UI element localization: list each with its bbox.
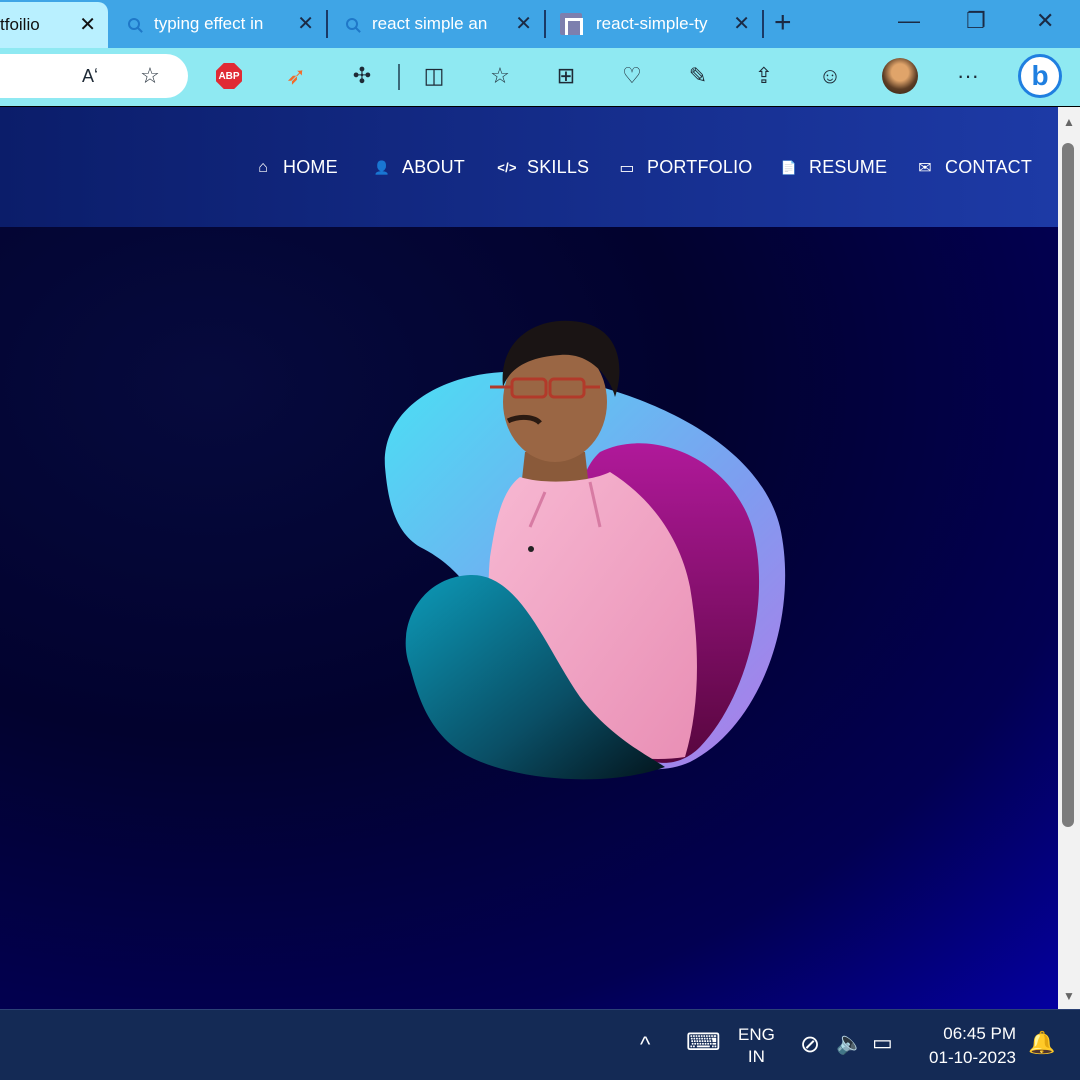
- battery-icon[interactable]: ▭: [872, 1030, 893, 1056]
- tab-portfolio[interactable]: tfoilio ✕: [0, 2, 108, 48]
- monitor-icon: ▭: [619, 159, 635, 177]
- nav-label: ABOUT: [402, 157, 466, 177]
- windows-taskbar: ^ ⌨ ENG IN ⊘ 🔈 ▭ 06:45 PM 01-10-2023 🔔: [0, 1009, 1080, 1080]
- site-navbar: ⌂ HOME 👤 ABOUT </> SKILLS ▭ PORTFOLIO 📄 …: [0, 107, 1058, 227]
- split-screen-icon[interactable]: ◫: [420, 62, 448, 90]
- tab-close-icon[interactable]: ✕: [79, 15, 96, 35]
- read-aloud-icon[interactable]: Aʻ: [76, 62, 104, 90]
- user-icon: 👤: [373, 159, 391, 175]
- restore-button[interactable]: ❐: [966, 8, 986, 34]
- extensions-icon[interactable]: ✣: [348, 62, 376, 90]
- tab-title: react-simple-ty: [596, 14, 708, 33]
- nav-label: PORTFOLIO: [647, 157, 753, 177]
- favorites-icon[interactable]: ☆: [486, 62, 514, 90]
- notifications-icon[interactable]: 🔔: [1028, 1030, 1055, 1056]
- hero-section: [0, 227, 1058, 1009]
- page-viewport: ⌂ HOME 👤 ABOUT </> SKILLS ▭ PORTFOLIO 📄 …: [0, 107, 1058, 1009]
- search-icon: [128, 18, 140, 30]
- browser-toolbar: Aʻ ☆ ABP ➶ ✣ ◫ ☆ ⊞ ♡ ✎ ⇪ ☺ ··· b: [0, 48, 1080, 155]
- search-icon: [346, 18, 358, 30]
- nav-label: CONTACT: [945, 157, 1033, 177]
- minimize-button[interactable]: —: [898, 8, 920, 34]
- nav-contact[interactable]: ✉ CONTACT: [915, 157, 1032, 178]
- tab-close-icon[interactable]: ✕: [515, 14, 532, 34]
- volume-icon[interactable]: 🔈: [836, 1030, 863, 1056]
- nav-about[interactable]: 👤 ABOUT: [372, 157, 465, 178]
- document-icon: 📄: [780, 159, 798, 175]
- nav-label: SKILLS: [527, 157, 590, 177]
- adblock-icon[interactable]: ABP: [216, 63, 242, 89]
- toolbar-separator: [398, 64, 400, 90]
- tab-separator: [762, 10, 764, 38]
- clock[interactable]: 06:45 PM 01-10-2023: [918, 1022, 1016, 1070]
- swift-icon[interactable]: ➶: [282, 62, 310, 90]
- site-favicon-icon: [560, 13, 583, 35]
- network-icon[interactable]: ⊘: [800, 1030, 820, 1059]
- language-indicator[interactable]: ENG IN: [738, 1024, 775, 1068]
- profile-avatar[interactable]: [882, 58, 918, 94]
- collections-icon[interactable]: ⊞: [552, 62, 580, 90]
- tab-close-icon[interactable]: ✕: [297, 14, 314, 34]
- page-scrollbar[interactable]: ▲ ▼: [1058, 107, 1080, 1009]
- address-bar[interactable]: Aʻ ☆: [0, 54, 188, 98]
- browser-tab-strip: tfoilio ✕ typing effect in ✕ react simpl…: [0, 0, 1080, 48]
- tab-close-icon[interactable]: ✕: [733, 14, 750, 34]
- home-icon: ⌂: [258, 158, 268, 176]
- clock-date: 01-10-2023: [929, 1048, 1016, 1067]
- tab-react-simple-typewriter[interactable]: react-simple-ty ✕: [546, 0, 762, 48]
- hero-illustration: [384, 320, 786, 780]
- screenshot-icon[interactable]: ✎: [684, 62, 712, 90]
- scroll-up-arrow-icon[interactable]: ▲: [1063, 115, 1075, 129]
- scrollbar-thumb[interactable]: [1062, 143, 1074, 827]
- nav-home[interactable]: ⌂ HOME: [253, 157, 338, 178]
- envelope-icon: ✉: [918, 159, 932, 177]
- tab-title: react simple an: [372, 14, 488, 33]
- nav-skills[interactable]: </> SKILLS: [497, 157, 589, 178]
- close-window-button[interactable]: ✕: [1036, 8, 1054, 34]
- keyboard-icon[interactable]: ⌨: [686, 1028, 721, 1057]
- tab-typing-effect[interactable]: typing effect in ✕: [110, 0, 326, 48]
- nav-portfolio[interactable]: ▭ PORTFOLIO: [617, 157, 753, 178]
- favorite-star-icon[interactable]: ☆: [136, 62, 164, 90]
- scroll-down-arrow-icon[interactable]: ▼: [1063, 989, 1075, 1003]
- more-icon[interactable]: ···: [954, 62, 982, 90]
- nav-resume[interactable]: 📄 RESUME: [779, 157, 887, 178]
- clock-time: 06:45 PM: [943, 1024, 1016, 1043]
- new-tab-button[interactable]: +: [774, 8, 792, 38]
- region-code: IN: [747, 1047, 765, 1066]
- language-code: ENG: [738, 1025, 775, 1044]
- tab-react-simple[interactable]: react simple an ✕: [328, 0, 544, 48]
- code-icon: </>: [497, 160, 517, 175]
- tab-title: typing effect in: [154, 14, 264, 33]
- feedback-icon[interactable]: ☺: [816, 62, 844, 90]
- nav-label: HOME: [283, 157, 338, 177]
- nav-label: RESUME: [809, 157, 888, 177]
- share-icon[interactable]: ⇪: [750, 62, 778, 90]
- bing-copilot-icon[interactable]: b: [1018, 54, 1062, 98]
- browser-essentials-icon[interactable]: ♡: [618, 62, 646, 90]
- tab-title: tfoilio: [0, 15, 40, 34]
- show-hidden-icon[interactable]: ^: [640, 1032, 650, 1058]
